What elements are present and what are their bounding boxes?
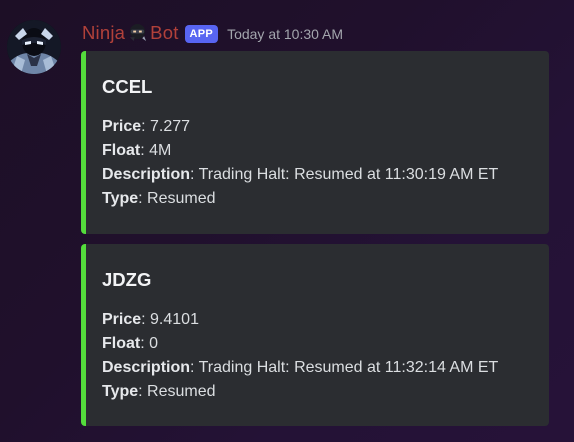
- field-label: Description: [102, 166, 191, 183]
- field-value: : Resumed: [138, 190, 216, 207]
- field-label: Float: [102, 335, 141, 352]
- embed-title: CCEL: [102, 76, 153, 97]
- embed-card: CCEL Price: 7.277 Float: 4M Description:…: [81, 51, 549, 234]
- embed-field-description: Description: Trading Halt: Resumed at 11…: [102, 163, 533, 187]
- bot-username[interactable]: Ninja Bot: [82, 22, 179, 47]
- field-value: : 9.4101: [141, 311, 199, 328]
- field-label: Description: [102, 359, 191, 376]
- field-label: Type: [102, 383, 139, 400]
- embed-card: JDZG Price: 9.4101 Float: 0 Description:…: [81, 244, 549, 426]
- field-label: Float: [102, 142, 141, 159]
- field-label: Price: [102, 311, 142, 328]
- field-value: : 7.277: [141, 118, 191, 135]
- chat-message: Ninja Bot APP Today at 10:30 AM CCEL Pric…: [0, 0, 574, 442]
- embed-field-type: Type: Resumed: [102, 187, 533, 211]
- app-badge: APP: [184, 25, 219, 43]
- field-value: : Resumed: [138, 383, 216, 400]
- embed-field-description: Description: Trading Halt: Resumed at 11…: [102, 356, 533, 380]
- field-value: : 0: [140, 335, 159, 352]
- embed-field-float: Float: 4M: [102, 139, 533, 163]
- embed-field-float: Float: 0: [102, 332, 533, 356]
- field-value: : 4M: [140, 142, 172, 159]
- embed-title: JDZG: [102, 269, 152, 290]
- bot-name-suffix: Bot: [150, 21, 179, 43]
- message-timestamp[interactable]: Today at 10:30 AM: [227, 26, 343, 42]
- field-label: Price: [102, 118, 142, 135]
- embed-field-price: Price: 9.4101: [102, 308, 533, 332]
- bot-name-prefix: Ninja: [82, 21, 126, 43]
- bot-avatar[interactable]: [7, 20, 61, 74]
- message-header: Ninja Bot APP Today at 10:30 AM: [82, 22, 343, 46]
- embed-field-type: Type: Resumed: [102, 380, 533, 404]
- field-value: : Trading Halt: Resumed at 11:30:19 AM E…: [190, 166, 499, 183]
- embed-field-price: Price: 7.277: [102, 115, 533, 139]
- ninja-emoji-icon: [128, 23, 147, 47]
- field-value: : Trading Halt: Resumed at 11:32:14 AM E…: [190, 359, 499, 376]
- ninja-avatar-icon: [7, 20, 61, 74]
- field-label: Type: [102, 190, 139, 207]
